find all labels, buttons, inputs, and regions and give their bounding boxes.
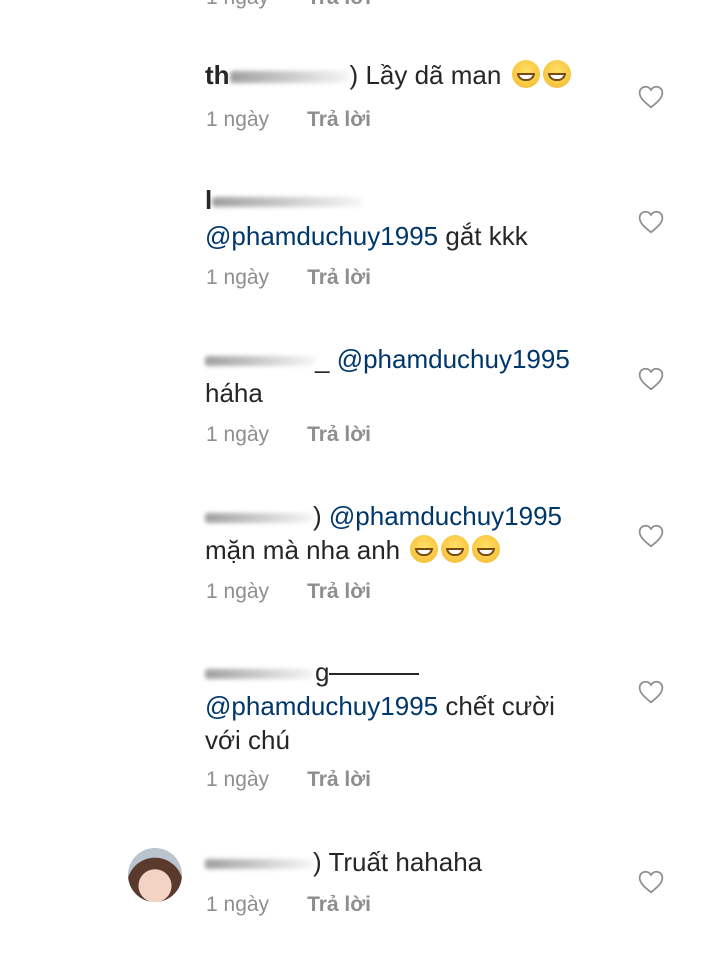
grinning-squinting-face-icon — [410, 535, 439, 563]
comment-username[interactable]: l — [205, 183, 606, 217]
comment-text: Truất hahaha — [328, 847, 483, 877]
reply-button[interactable]: Trả lời — [307, 108, 371, 131]
comment-time: 1 ngày — [206, 266, 270, 289]
mention-link[interactable]: @phamduchuy1995 — [337, 344, 570, 374]
comment-text: mặn mà nha anh — [205, 535, 401, 565]
reply-button[interactable]: Trả lời — [307, 266, 371, 289]
comment-text: Lầy dã man — [365, 60, 502, 90]
redacted-username — [229, 71, 350, 84]
comment-time: 1 ngày — [206, 580, 270, 603]
heart-outline-icon[interactable] — [638, 85, 664, 109]
redacted-username — [212, 197, 363, 208]
comment-text: gắt kkk — [445, 221, 528, 251]
heart-outline-icon[interactable] — [638, 367, 664, 391]
comment-meta-partial: 1 ngày Trả lời — [206, 0, 371, 10]
comment-body: @phamduchuy1995 chết cười — [205, 689, 555, 723]
comment-username[interactable]: th) — [205, 60, 358, 90]
reply-button[interactable]: Trả lời — [307, 893, 371, 916]
comment-meta: 1 ngày Trả lời — [206, 108, 371, 132]
mention-link[interactable]: @phamduchuy1995 — [205, 691, 438, 721]
heart-outline-icon[interactable] — [638, 870, 664, 894]
comment-username[interactable]: ) — [205, 847, 322, 877]
grinning-squinting-face-icon — [472, 535, 501, 563]
comment-time: 1 ngày — [206, 0, 269, 9]
avatar[interactable] — [128, 848, 182, 902]
comment-body: @phamduchuy1995 gắt kkk — [205, 219, 528, 253]
redacted-username — [205, 356, 315, 367]
comment-meta: 1 ngày Trả lời — [206, 580, 371, 604]
heart-outline-icon[interactable] — [638, 680, 664, 704]
reply-button[interactable]: Trả lời — [307, 423, 371, 446]
redacted-username — [205, 513, 313, 524]
comment-text: háha — [205, 378, 263, 408]
reply-button[interactable]: Trả lời — [307, 768, 371, 791]
heart-outline-icon[interactable] — [638, 524, 664, 548]
comment-time: 1 ngày — [206, 108, 270, 131]
comment-line: ) Truất hahaha — [205, 845, 606, 879]
grinning-squinting-face-icon — [542, 60, 571, 88]
comment-username[interactable]: ) — [205, 501, 322, 531]
comment-meta: 1 ngày Trả lời — [206, 423, 371, 447]
comment-line: _ @phamduchuy1995 — [205, 342, 606, 376]
comment-meta: 1 ngày Trả lời — [206, 893, 371, 917]
redacted-underline — [329, 673, 420, 676]
comment-text: chết cười — [445, 691, 555, 721]
comment-username[interactable]: g — [205, 655, 606, 689]
comment-line: th) Lầy dã man — [205, 58, 606, 92]
comment-meta: 1 ngày Trả lời — [206, 768, 371, 792]
reply-button[interactable]: Trả lời — [307, 0, 371, 9]
grinning-squinting-face-icon — [441, 535, 470, 563]
reply-button[interactable]: Trả lời — [307, 580, 371, 603]
mention-link[interactable]: @phamduchuy1995 — [329, 501, 562, 531]
comment-time: 1 ngày — [206, 768, 270, 791]
comment-time: 1 ngày — [206, 423, 270, 446]
redacted-username — [205, 859, 313, 870]
heart-outline-icon[interactable] — [638, 210, 664, 234]
mention-link[interactable]: @phamduchuy1995 — [205, 221, 438, 251]
comment-text-continued: với chú — [205, 725, 290, 755]
comment-username[interactable]: _ — [205, 344, 329, 374]
comment-time: 1 ngày — [206, 893, 270, 916]
comment-body: mặn mà nha anh — [205, 533, 501, 567]
comment-line: ) @phamduchuy1995 — [205, 499, 606, 533]
comment-meta: 1 ngày Trả lời — [206, 266, 371, 290]
redacted-username — [205, 669, 315, 680]
grinning-squinting-face-icon — [511, 60, 540, 88]
